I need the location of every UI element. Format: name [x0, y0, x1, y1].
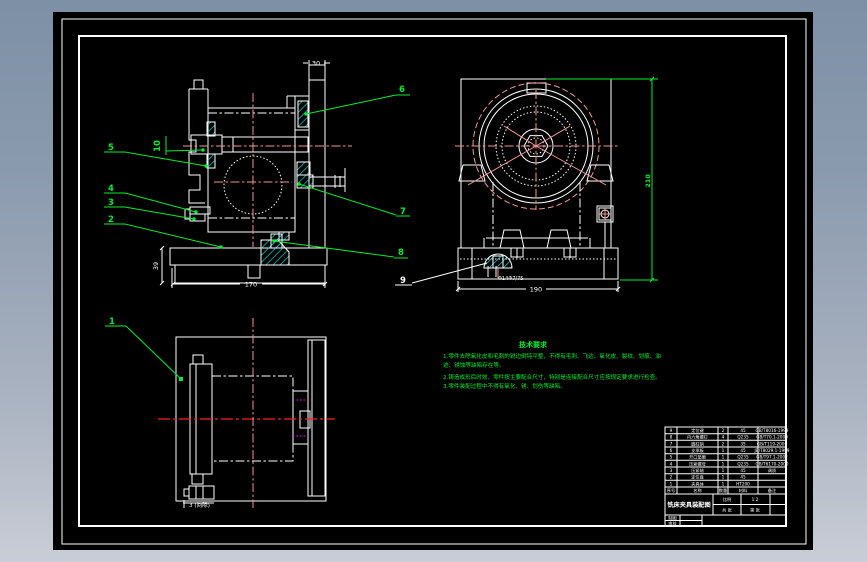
svg-text:调质: 调质 [768, 467, 776, 474]
note-line-3: 2.铸造成形后时效，零件按主要配合尺寸，特别是连接配合尺寸应按规定要求进行检查。 [443, 373, 661, 381]
svg-text:45: 45 [740, 468, 746, 473]
svg-text:4: 4 [722, 435, 725, 440]
svg-text:Q235: Q235 [737, 435, 749, 440]
svg-text:1: 1 [722, 448, 725, 453]
svg-text:45: 45 [740, 428, 746, 433]
svg-text:9: 9 [670, 428, 673, 433]
slot-callout: Φ14Φ7/75 [498, 276, 523, 282]
svg-text:GB/T97.1-2002: GB/T97.1-2002 [756, 455, 788, 460]
svg-text:圆柱销: 圆柱销 [691, 440, 704, 447]
dim-base-width-right: 190 [530, 286, 542, 294]
cad-viewer-canvas[interactable]: 30 170 39 210 190 Φ14Φ7/75 3 (间隙) 6 5 10 [0, 0, 867, 562]
svg-text:2: 2 [722, 428, 725, 433]
svg-text:5: 5 [670, 455, 673, 460]
drawing-sheet: 30 170 39 210 190 Φ14Φ7/75 3 (间隙) 6 5 10 [53, 12, 813, 550]
svg-text:GB/T6170-2000: GB/T6170-2000 [756, 461, 789, 466]
svg-text:定位盘: 定位盘 [691, 474, 704, 481]
svg-text:6: 6 [670, 448, 673, 453]
svg-text:7: 7 [670, 441, 673, 446]
svg-text:材料: 材料 [739, 487, 748, 494]
svg-text:2: 2 [670, 475, 673, 480]
page-label: 第 张 [750, 507, 761, 514]
svg-text:夹具体: 夹具体 [691, 480, 704, 487]
svg-text:3: 3 [670, 468, 673, 473]
svg-text:1: 1 [722, 455, 725, 460]
svg-text:备注: 备注 [768, 487, 777, 494]
detail-note: 3 (间隙) [189, 501, 210, 509]
svg-text:8: 8 [670, 435, 673, 440]
note-line-1: 1.零件去除氧化皮和毛刺的锐边倒钝平整，不得有毛刺、飞边、氧化皮、裂纹、划痕、油 [443, 352, 661, 360]
dim-base-height: 39 [152, 262, 160, 270]
svg-text:Q235: Q235 [737, 461, 749, 466]
svg-text:4: 4 [670, 461, 673, 466]
svg-text:45: 45 [740, 475, 746, 480]
notes-title: 技术要求 [519, 340, 548, 349]
svg-text:HT200: HT200 [736, 481, 750, 486]
svg-text:开口垫圈: 开口垫圈 [689, 454, 706, 461]
svg-text:1: 1 [722, 475, 725, 480]
svg-text:8: 8 [398, 248, 404, 258]
svg-text:35: 35 [740, 441, 746, 446]
svg-text:Q235: Q235 [737, 455, 749, 460]
svg-text:1: 1 [670, 481, 673, 486]
svg-text:序号: 序号 [667, 487, 675, 494]
svg-text:GB/T8016-1999: GB/T8016-1999 [756, 428, 789, 433]
svg-text:6: 6 [399, 85, 405, 95]
scale-value: 1:2 [752, 497, 759, 502]
svg-text:定位键: 定位键 [691, 427, 704, 434]
svg-text:支承板: 支承板 [691, 447, 704, 454]
svg-text:名称: 名称 [693, 487, 701, 494]
scale-label: 比例 [723, 496, 731, 503]
checker-label: 审核 [668, 520, 677, 527]
svg-text:数量: 数量 [719, 487, 727, 494]
drawing-title: 铣床夹具装配图 [667, 501, 710, 509]
svg-text:2: 2 [722, 441, 725, 446]
svg-text:JB/T8029.1-1999: JB/T8029.1-1999 [754, 448, 790, 453]
note-line-2: 迹、锈蚀等缺陷存在等。 [443, 361, 505, 369]
svg-text:10: 10 [153, 140, 163, 152]
dim-base-width: 170 [245, 281, 257, 289]
dim-overall-height: 210 [644, 174, 652, 188]
svg-text:1: 1 [722, 481, 725, 486]
svg-text:45: 45 [740, 448, 746, 453]
note-line-4: 3.零件装配过程中不得有氧化、锈、划伤等缺陷。 [443, 382, 566, 390]
svg-text:GB/T70.1-2000: GB/T70.1-2000 [756, 435, 788, 440]
svg-text:压紧轴: 压紧轴 [691, 467, 704, 474]
sheet-label: 共 张 [722, 507, 733, 514]
svg-text:1: 1 [722, 468, 725, 473]
svg-text:1: 1 [722, 461, 725, 466]
dim-plate-width: 30 [312, 60, 320, 68]
svg-text:压紧螺母: 压紧螺母 [689, 460, 706, 467]
svg-text:内六角螺钉: 内六角螺钉 [687, 434, 709, 441]
svg-text:GB/T119-2000: GB/T119-2000 [757, 441, 788, 446]
